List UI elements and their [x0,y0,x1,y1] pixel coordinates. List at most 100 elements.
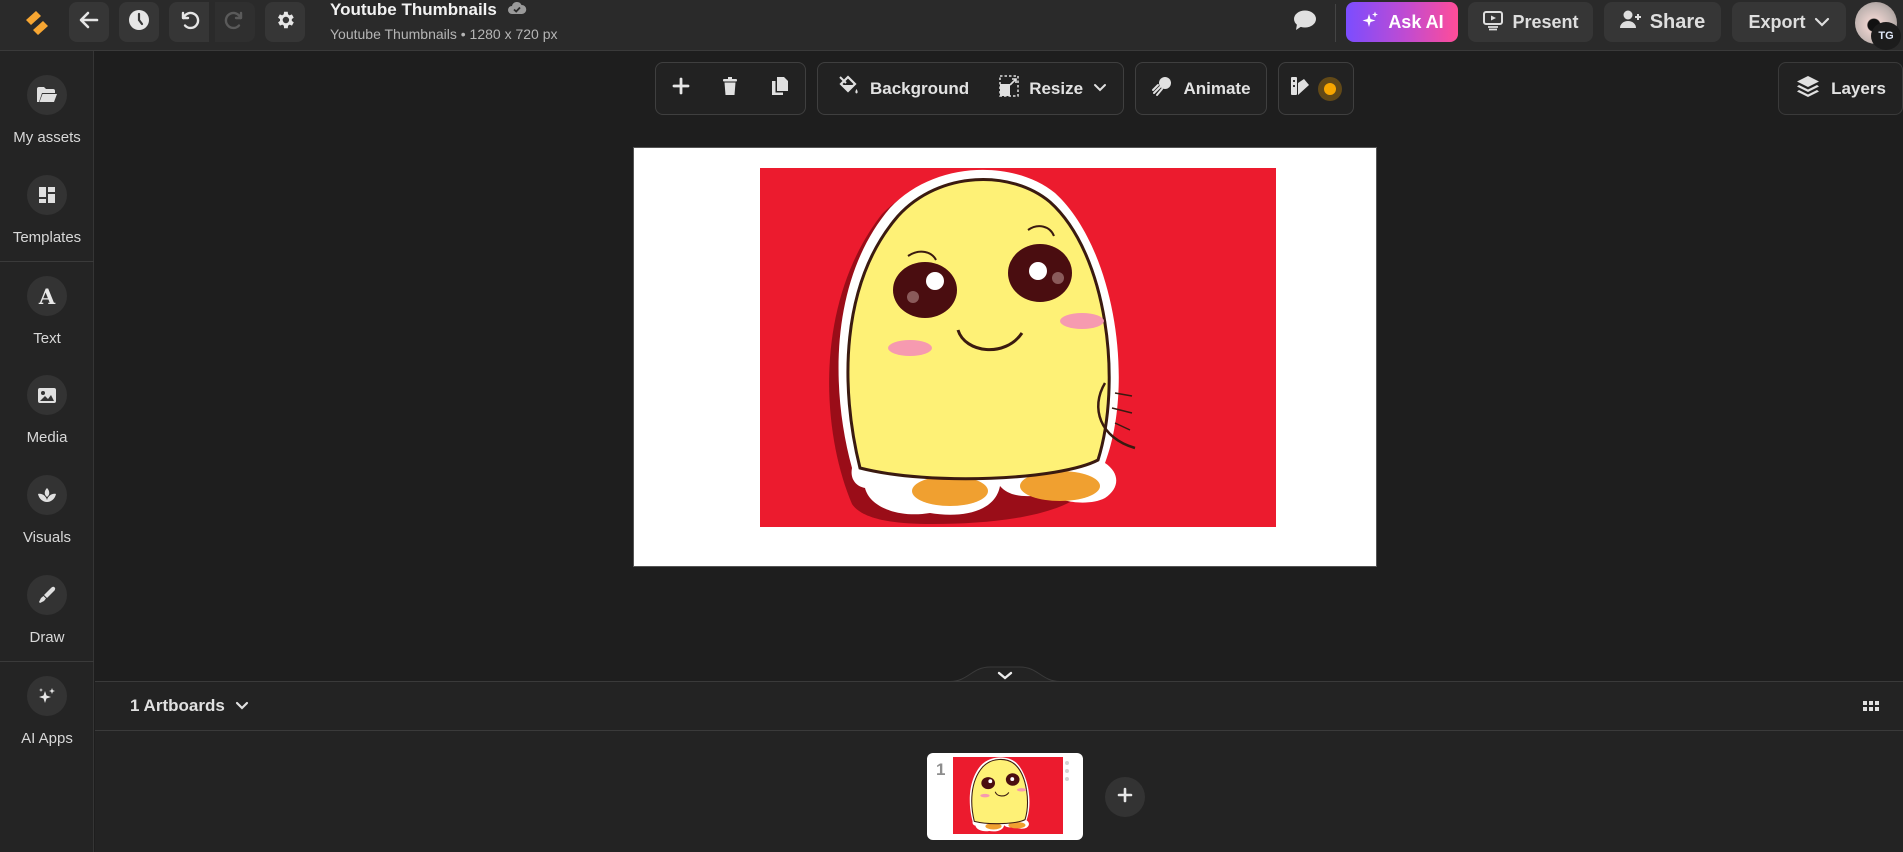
layers-button[interactable]: Layers [1778,62,1903,115]
undo-button[interactable] [169,2,209,42]
sidebar-item-label: Media [26,429,68,446]
theme-color-dot [1324,82,1336,95]
sidebar-item-label: My assets [13,129,81,146]
sparkles-icon [27,676,67,716]
chevron-down-icon [1814,12,1830,33]
sidebar-item-label: Draw [29,629,65,646]
sidebar-item-templates[interactable]: Templates [0,155,94,255]
chick-image[interactable] [760,168,1276,527]
present-button[interactable]: Present [1468,2,1593,42]
plus-icon [672,77,690,100]
chevron-down-icon [235,696,249,716]
document-title[interactable]: Youtube Thumbnails [330,0,527,20]
sidebar-item-visuals[interactable]: Visuals [0,455,94,555]
add-element-button[interactable] [658,69,704,109]
undo-icon [177,8,201,37]
avatar-initials-badge[interactable]: TG [1871,22,1901,50]
sidebar-item-text[interactable]: A Text [0,256,94,356]
back-button[interactable] [69,2,109,42]
trash-icon [722,76,738,101]
share-label: Share [1649,10,1706,33]
visuals-icon [27,475,67,515]
text-icon: A [27,276,67,316]
history-button[interactable] [119,2,159,42]
top-header: Youtube Thumbnails Youtube Thumbnails • … [0,0,1903,51]
artboards-count-label: 1 Artboards [130,696,225,715]
delete-element-button[interactable] [707,69,753,109]
animate-group: Animate [1135,62,1267,115]
resize-label: Resize [1029,78,1084,98]
arrow-left-icon [78,9,100,36]
artboards-dropdown[interactable]: 1 Artboards [130,696,249,716]
cloud-check-icon [507,0,527,21]
comment-icon [1293,9,1317,36]
clock-icon [128,9,150,36]
header-divider [1335,4,1336,42]
gear-icon [274,9,296,36]
layers-label: Layers [1831,78,1886,98]
image-icon [27,375,67,415]
templates-icon [27,175,67,215]
plus-icon [1117,787,1133,808]
redo-button[interactable] [215,2,255,42]
theme-color-indicator[interactable] [1318,76,1342,101]
copy-icon [771,76,789,101]
document-subtitle: Youtube Thumbnails • 1280 x 720 px [330,26,558,42]
present-icon [1482,9,1504,36]
artboard-thumbnail-image [953,757,1063,834]
sidebar-item-media[interactable]: Media [0,355,94,455]
export-button[interactable]: Export [1732,2,1846,42]
artboard-thumbnail[interactable]: 1 [927,753,1083,840]
settings-button[interactable] [265,2,305,42]
sidebar-item-draw[interactable]: Draw [0,555,94,655]
add-artboard-button[interactable] [1105,777,1145,817]
kebab-dot [1065,769,1069,773]
artboard-number: 1 [936,760,946,779]
artboard-menu-button[interactable] [1064,761,1070,781]
sidebar-item-label: Visuals [22,529,72,546]
app-root: Youtube Thumbnails Youtube Thumbnails • … [0,0,1903,852]
app-logo[interactable] [22,8,52,38]
export-label: Export [1748,11,1806,32]
duplicate-element-button[interactable] [757,69,803,109]
ask-ai-button[interactable]: Ask AI [1346,2,1458,42]
animate-label: Animate [1183,78,1251,98]
present-label: Present [1512,11,1579,32]
background-label: Background [870,78,970,98]
layers-icon [1795,74,1821,103]
sidebar-item-label: Text [33,330,61,347]
grid-icon [1863,698,1879,716]
animate-button[interactable]: Animate [1143,69,1258,109]
resize-button[interactable]: Resize [991,69,1115,109]
theme-group [1278,62,1354,115]
sidebar-item-label: Templates [12,229,82,246]
paint-bucket-icon [838,75,860,102]
share-button[interactable]: Share [1604,2,1721,42]
artboards-panel: 1 Artboards 1 [95,681,1903,852]
artboards-panel-header: 1 Artboards [95,682,1903,731]
sidebar-item-my-assets[interactable]: My assets [0,55,94,155]
kebab-dot [1065,777,1069,781]
pen-icon [27,575,67,615]
chevron-down-icon [1093,80,1107,98]
left-sidebar: My assets Templates A Text Media Visuals [0,51,94,852]
sidebar-item-ai-apps[interactable]: AI Apps [0,656,94,756]
kebab-dot [1065,761,1069,765]
background-resize-group: Background Resize [817,62,1124,115]
sidebar-item-label: AI Apps [21,730,73,747]
animate-comet-icon [1151,75,1173,102]
resize-icon [999,75,1019,102]
artboard-canvas[interactable] [634,148,1376,566]
sparkles-icon [1360,10,1380,35]
background-button[interactable]: Background [830,69,977,109]
redo-icon [223,8,247,37]
swatches-icon[interactable] [1290,75,1310,102]
folder-open-icon [27,75,67,115]
user-plus-icon [1619,9,1642,35]
ask-ai-label: Ask AI [1388,11,1444,32]
grid-view-button[interactable] [1860,696,1882,718]
document-title-text[interactable]: Youtube Thumbnails [330,0,497,20]
comments-button[interactable] [1290,8,1320,36]
collapse-panel-tab[interactable] [949,666,1061,682]
element-actions-group [655,62,806,115]
